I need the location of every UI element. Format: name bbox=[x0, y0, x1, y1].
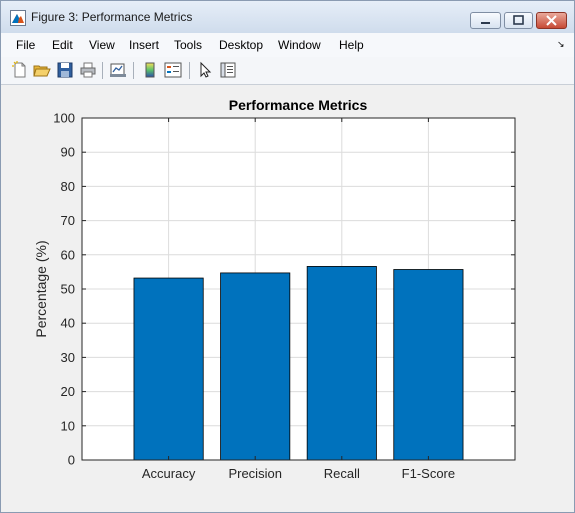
legend-icon[interactable] bbox=[164, 61, 182, 79]
y-tick-label: 100 bbox=[53, 111, 75, 126]
colorbar-icon[interactable] bbox=[141, 61, 159, 79]
toolbar-separator bbox=[133, 62, 134, 79]
chart-title: Performance Metrics bbox=[229, 97, 368, 113]
y-tick-label: 30 bbox=[61, 350, 75, 365]
link-plot-icon[interactable] bbox=[109, 61, 127, 79]
bar-recall[interactable] bbox=[306, 266, 377, 461]
y-tick-label: 40 bbox=[61, 316, 75, 331]
figure-canvas: 0 10 20 30 40 50 60 70 80 90 100 Accuracy Precision… bbox=[8, 86, 569, 506]
maximize-button[interactable] bbox=[504, 12, 533, 29]
x-tick-label: Precision bbox=[228, 466, 281, 481]
menu-desktop[interactable]: Desktop bbox=[219, 38, 263, 52]
menu-bar: File Edit View Insert Tools Desktop Wind… bbox=[1, 33, 574, 57]
toolbar-separator bbox=[189, 62, 190, 79]
close-icon bbox=[546, 15, 557, 26]
select-pointer-icon[interactable] bbox=[196, 61, 214, 79]
window-title: Figure 3: Performance Metrics bbox=[31, 10, 193, 24]
y-tick-label: 50 bbox=[61, 282, 75, 297]
maximize-icon bbox=[513, 15, 524, 25]
matlab-figure-icon bbox=[10, 10, 26, 26]
title-bar[interactable]: Figure 3: Performance Metrics bbox=[1, 1, 574, 33]
save-icon[interactable] bbox=[56, 61, 74, 79]
y-tick-label: 60 bbox=[61, 247, 75, 262]
menu-help[interactable]: Help bbox=[339, 38, 364, 52]
toolbar-separator bbox=[102, 62, 103, 79]
close-button[interactable] bbox=[536, 12, 567, 29]
new-figure-icon[interactable] bbox=[11, 61, 29, 79]
x-tick-label: F1-Score bbox=[402, 466, 455, 481]
menu-tools[interactable]: Tools bbox=[174, 38, 202, 52]
dock-arrow-icon[interactable]: ↘ bbox=[557, 39, 565, 50]
x-tick-label: Recall bbox=[324, 466, 360, 481]
menu-view[interactable]: View bbox=[89, 38, 115, 52]
y-axis-label: Percentage (%) bbox=[33, 240, 49, 337]
open-file-icon[interactable] bbox=[33, 61, 51, 79]
menu-window[interactable]: Window bbox=[278, 38, 321, 52]
x-tick-label: Accuracy bbox=[142, 466, 196, 481]
bar-f1-score[interactable] bbox=[393, 269, 464, 461]
bar-accuracy[interactable] bbox=[133, 277, 204, 461]
property-inspector-icon[interactable] bbox=[219, 61, 237, 79]
figure-toolbar bbox=[1, 57, 574, 85]
y-tick-label: 70 bbox=[61, 213, 75, 228]
bar-chart[interactable]: 0 10 20 30 40 50 60 70 80 90 100 Accuracy Precision… bbox=[8, 86, 569, 506]
menu-file[interactable]: File bbox=[16, 38, 35, 52]
menu-insert[interactable]: Insert bbox=[129, 38, 159, 52]
y-tick-label: 90 bbox=[61, 145, 75, 160]
figure-window: Figure 3: Performance Metrics File Edit … bbox=[0, 0, 575, 513]
minimize-icon bbox=[481, 22, 490, 24]
minimize-button[interactable] bbox=[470, 12, 501, 29]
bar-precision[interactable] bbox=[220, 272, 291, 461]
y-tick-label: 10 bbox=[61, 418, 75, 433]
menu-edit[interactable]: Edit bbox=[52, 38, 73, 52]
y-tick-label: 0 bbox=[68, 453, 75, 468]
y-tick-label: 20 bbox=[61, 384, 75, 399]
y-tick-label: 80 bbox=[61, 179, 75, 194]
print-icon[interactable] bbox=[79, 61, 97, 79]
